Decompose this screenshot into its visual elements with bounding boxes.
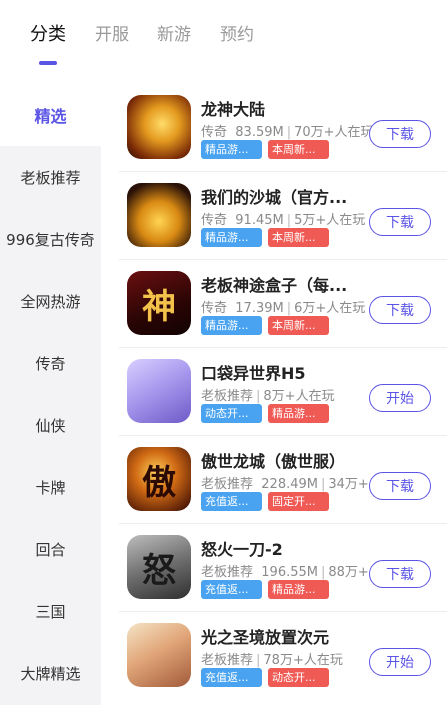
game-category: 老板推荐 xyxy=(201,477,254,492)
tag: 充值返... xyxy=(201,668,262,687)
game-size: 91.45M xyxy=(235,213,284,228)
game-size: 83.59M xyxy=(235,125,284,140)
game-name: 我们的沙城（官方... xyxy=(201,188,348,207)
tag: 精品游... xyxy=(268,404,329,423)
game-meta: 传奇 17.39M | 6万+人在玩 xyxy=(201,301,366,316)
game-players: 70万+人在玩 xyxy=(294,125,374,140)
game-meta: 老板推荐 | 78万+人在玩 xyxy=(201,653,343,668)
anime-warrior-icon xyxy=(127,623,191,687)
game-list: 龙神大陆 传奇 83.59M | 70万+人在玩 精品游... 本周新... 下载 … xyxy=(101,84,447,705)
game-players: 5万+人在玩 xyxy=(294,213,366,228)
tag: 精品游... xyxy=(268,580,329,599)
category-sidebar: 精选 老板推荐 996复古传奇 全网热游 传奇 仙侠 卡牌 回合 三国 大牌精选 xyxy=(0,84,101,705)
sidebar-item-turn-based[interactable]: 回合 xyxy=(0,518,101,580)
tag-group: 动态开... 精品游... xyxy=(201,404,329,423)
download-button[interactable]: 下载 xyxy=(369,472,431,500)
tab-new-games[interactable]: 新游 xyxy=(157,20,191,45)
start-button[interactable]: 开始 xyxy=(369,648,431,676)
game-name: 龙神大陆 xyxy=(201,100,266,119)
game-players: 6万+人在玩 xyxy=(294,301,366,316)
game-size: 228.49M xyxy=(261,477,318,492)
aoshi-calligraphy-icon: 傲 xyxy=(127,447,191,511)
download-button[interactable]: 下载 xyxy=(369,120,431,148)
tag: 本周新... xyxy=(268,228,329,247)
game-meta: 传奇 83.59M | 70万+人在玩 xyxy=(201,125,374,140)
icon-glyph: 傲 xyxy=(142,462,176,503)
sidebar-item-hot-games[interactable]: 全网热游 xyxy=(0,270,101,332)
fire-dragon-icon xyxy=(127,183,191,247)
sidebar-item-legend[interactable]: 传奇 xyxy=(0,332,101,394)
sidebar-item-card[interactable]: 卡牌 xyxy=(0,456,101,518)
top-tab-bar: 分类 开服 新游 预约 xyxy=(0,0,447,80)
game-meta: 传奇 91.45M | 5万+人在玩 xyxy=(201,213,366,228)
game-players: 8万+人在玩 xyxy=(263,389,335,404)
shentu-calligraphy-icon: 神 xyxy=(127,271,191,335)
tag: 本周新... xyxy=(268,316,329,335)
sidebar-item-xianxia[interactable]: 仙侠 xyxy=(0,394,101,456)
nu-calligraphy-icon: 怒 xyxy=(127,535,191,599)
game-meta: 老板推荐 | 8万+人在玩 xyxy=(201,389,335,404)
game-category: 老板推荐 xyxy=(201,389,254,404)
tag-group: 精品游... 本周新... xyxy=(201,316,329,335)
tag: 固定开... xyxy=(268,492,329,511)
tag-group: 充值返... 精品游... xyxy=(201,580,329,599)
game-category: 老板推荐 xyxy=(201,565,254,580)
tag-group: 精品游... 本周新... xyxy=(201,140,329,159)
tab-server-open[interactable]: 开服 xyxy=(95,20,129,45)
download-button[interactable]: 下载 xyxy=(369,560,431,588)
list-item[interactable]: 傲 傲世龙城（傲世服） 老板推荐 228.49M|34万+人在玩 充值返... … xyxy=(101,436,447,524)
sidebar-item-three-kingdoms[interactable]: 三国 xyxy=(0,580,101,642)
tag: 精品游... xyxy=(201,316,262,335)
anime-girl-icon xyxy=(127,359,191,423)
start-button[interactable]: 开始 xyxy=(369,384,431,412)
game-size: 17.39M xyxy=(235,301,284,316)
game-name: 老板神途盒子（每... xyxy=(201,276,348,295)
tag: 精品游... xyxy=(201,140,262,159)
tag-group: 充值返... 固定开... xyxy=(201,492,329,511)
tab-category[interactable]: 分类 xyxy=(30,20,66,46)
tab-reserve[interactable]: 预约 xyxy=(220,20,254,45)
tag-group: 精品游... 本周新... xyxy=(201,228,329,247)
game-category: 传奇 xyxy=(201,125,228,140)
tag: 精品游... xyxy=(201,228,262,247)
game-name: 怒火一刀-2 xyxy=(201,540,283,559)
tag: 充值返... xyxy=(201,492,262,511)
list-item[interactable]: 光之圣境放置次元 老板推荐 | 78万+人在玩 充值返... 动态开... 开始 xyxy=(101,612,447,700)
icon-glyph: 神 xyxy=(142,286,176,327)
game-category: 老板推荐 xyxy=(201,653,254,668)
game-category: 传奇 xyxy=(201,301,228,316)
tag: 动态开... xyxy=(268,668,329,687)
list-item[interactable]: 龙神大陆 传奇 83.59M | 70万+人在玩 精品游... 本周新... 下载 xyxy=(101,84,447,172)
game-players: 78万+人在玩 xyxy=(263,653,343,668)
game-name: 光之圣境放置次元 xyxy=(201,628,330,647)
tag-group: 充值返... 动态开... xyxy=(201,668,329,687)
list-item[interactable]: 口袋异世界H5 老板推荐 | 8万+人在玩 动态开... 精品游... 开始 xyxy=(101,348,447,436)
game-size: 196.55M xyxy=(261,565,318,580)
golden-dragon-icon xyxy=(127,95,191,159)
tag: 本周新... xyxy=(268,140,329,159)
icon-glyph: 怒 xyxy=(142,550,176,591)
list-item[interactable]: 怒 怒火一刀-2 老板推荐 196.55M|88万+人在玩 充值返... 精品游… xyxy=(101,524,447,612)
sidebar-item-big-brand[interactable]: 大牌精选 xyxy=(0,642,101,704)
tag: 充值返... xyxy=(201,580,262,599)
game-name: 傲世龙城（傲世服） xyxy=(201,452,346,471)
game-name: 口袋异世界H5 xyxy=(201,364,306,383)
sidebar-item-boss-recommend[interactable]: 老板推荐 xyxy=(0,146,101,208)
sidebar-item-996-retro[interactable]: 996复古传奇 xyxy=(0,208,101,270)
active-tab-indicator xyxy=(39,61,57,65)
sidebar-item-featured[interactable]: 精选 xyxy=(0,84,101,146)
game-category: 传奇 xyxy=(201,213,228,228)
download-button[interactable]: 下载 xyxy=(369,296,431,324)
list-item[interactable]: 我们的沙城（官方... 传奇 91.45M | 5万+人在玩 精品游... 本周新.… xyxy=(101,172,447,260)
download-button[interactable]: 下载 xyxy=(369,208,431,236)
list-item[interactable]: 神 老板神途盒子（每... 传奇 17.39M | 6万+人在玩 精品游... 本周… xyxy=(101,260,447,348)
tag: 动态开... xyxy=(201,404,262,423)
